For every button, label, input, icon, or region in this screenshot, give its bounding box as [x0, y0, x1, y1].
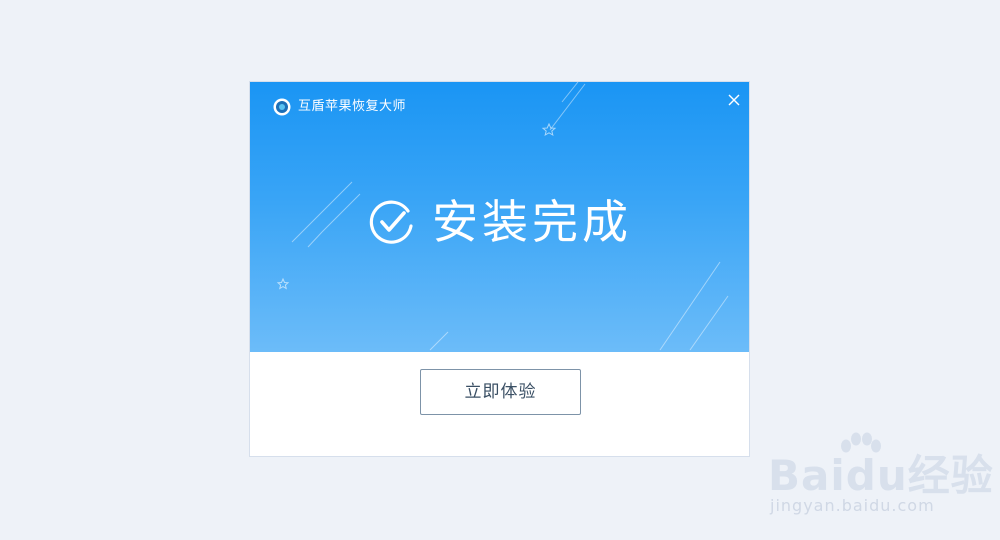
- check-circle-icon: [369, 200, 413, 244]
- installer-dialog: 互盾苹果恢复大师 安装完成 立即体验: [250, 82, 749, 456]
- install-complete-text: 安装完成: [432, 195, 632, 249]
- try-now-button[interactable]: 立即体验: [420, 369, 581, 415]
- completion-banner: 互盾苹果恢复大师 安装完成: [250, 82, 749, 352]
- dialog-footer: 立即体验: [250, 352, 749, 456]
- close-button[interactable]: [722, 88, 746, 112]
- close-icon: [728, 94, 740, 106]
- app-logo-icon: [273, 98, 291, 116]
- app-title: 互盾苹果恢复大师: [298, 99, 407, 114]
- baidu-jingyan-watermark: Baidu经验 jingyan.baidu.com: [760, 430, 993, 530]
- watermark-url: jingyan.baidu.com: [770, 496, 935, 515]
- paw-icon: [841, 432, 881, 453]
